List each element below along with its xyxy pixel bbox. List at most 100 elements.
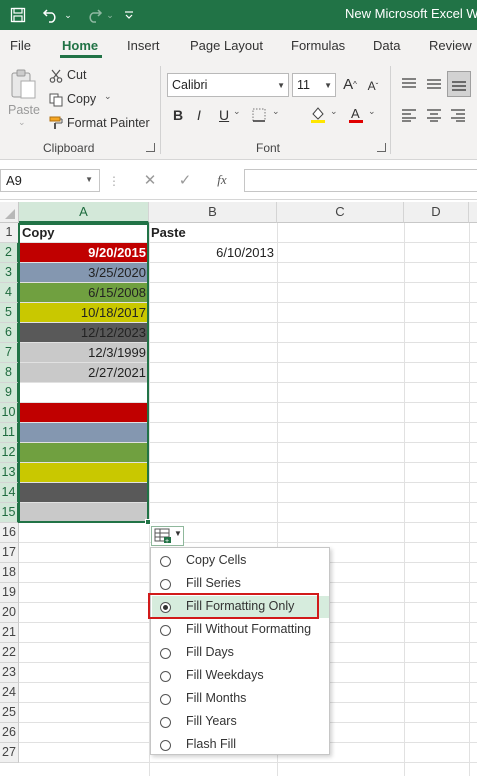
row-header[interactable]: 20 — [0, 603, 19, 623]
font-launcher-icon[interactable] — [377, 143, 386, 152]
menu-item-fill-weekdays[interactable]: Fill Weekdays — [152, 665, 329, 687]
row-header[interactable]: 10 — [0, 403, 19, 423]
name-box[interactable]: A9 ▼ — [0, 169, 100, 192]
fill-color-icon[interactable] — [308, 104, 328, 124]
borders-icon[interactable] — [250, 107, 268, 123]
row-header[interactable]: 14 — [0, 483, 19, 503]
font-color-icon[interactable]: A — [346, 104, 366, 124]
cut-button[interactable]: Cut — [67, 68, 86, 82]
row-header[interactable]: 16 — [0, 523, 19, 543]
drag-handle-icon[interactable]: ⋮ — [108, 172, 120, 190]
italic-button[interactable]: I — [197, 107, 201, 123]
menu-item-label: Fill Without Formatting — [186, 622, 312, 636]
align-center-icon[interactable] — [423, 104, 445, 126]
font-size-select[interactable]: 11 ▼ — [292, 73, 336, 97]
insert-function-icon[interactable]: fx — [211, 170, 233, 190]
cancel-icon[interactable]: ✕ — [140, 170, 160, 190]
cell-b1[interactable]: Paste — [151, 223, 186, 242]
customize-icon[interactable] — [122, 5, 136, 25]
align-left-icon[interactable] — [398, 104, 420, 126]
tab-review[interactable]: Review — [429, 38, 472, 53]
align-bottom-icon[interactable] — [447, 71, 471, 97]
cut-icon[interactable] — [48, 68, 64, 84]
row-header[interactable]: 6 — [0, 323, 19, 343]
column-header-d[interactable]: D — [404, 202, 469, 223]
select-all-corner[interactable] — [0, 202, 19, 223]
paste-icon[interactable] — [8, 67, 38, 101]
row-header[interactable]: 25 — [0, 703, 19, 723]
tab-file[interactable]: File — [10, 38, 31, 53]
undo-icon[interactable] — [40, 5, 62, 25]
format-painter-button[interactable]: Format Painter — [67, 116, 150, 130]
formula-input[interactable] — [244, 169, 477, 192]
row-header[interactable]: 2 — [0, 243, 19, 263]
row-header[interactable]: 11 — [0, 423, 19, 443]
enter-icon[interactable]: ✓ — [175, 170, 195, 190]
column-header-a[interactable]: A — [19, 202, 149, 223]
row-header[interactable]: 24 — [0, 683, 19, 703]
row-header[interactable]: 13 — [0, 463, 19, 483]
redo-dropdown-icon[interactable]: ⌄ — [105, 5, 115, 25]
column-header-b[interactable]: B — [149, 202, 277, 223]
row-header[interactable]: 21 — [0, 623, 19, 643]
font-name-select[interactable]: Calibri ▼ — [167, 73, 289, 97]
row-header[interactable]: 8 — [0, 363, 19, 383]
menu-item-fill-without-formatting[interactable]: Fill Without Formatting — [152, 619, 329, 641]
menu-item-label: Fill Years — [186, 714, 237, 728]
column-header-e[interactable] — [469, 202, 477, 223]
tab-home[interactable]: Home — [62, 38, 98, 53]
menu-item-copy-cells[interactable]: Copy Cells — [152, 550, 329, 572]
copy-button[interactable]: Copy — [67, 92, 96, 106]
cell-b2[interactable]: 6/10/2013 — [150, 243, 274, 262]
row-header[interactable]: 5 — [0, 303, 19, 323]
menu-item-flash-fill[interactable]: Flash Fill — [152, 734, 329, 756]
borders-dropdown-icon[interactable]: ⌄ — [272, 106, 280, 117]
tab-formulas[interactable]: Formulas — [291, 38, 345, 53]
clipboard-launcher-icon[interactable] — [146, 143, 155, 152]
tab-page-layout[interactable]: Page Layout — [190, 38, 263, 53]
row-header[interactable]: 18 — [0, 563, 19, 583]
decrease-font-size-icon[interactable]: Aˇ — [363, 75, 383, 97]
copy-icon[interactable] — [48, 92, 64, 108]
undo-dropdown-icon[interactable]: ⌄ — [63, 5, 73, 25]
save-icon[interactable] — [8, 5, 28, 25]
row-header[interactable]: 27 — [0, 743, 19, 763]
font-color-dropdown-icon[interactable]: ⌄ — [368, 106, 376, 117]
row-header[interactable]: 4 — [0, 283, 19, 303]
paste-button[interactable]: Paste — [8, 103, 40, 117]
bold-button[interactable]: B — [173, 107, 183, 123]
row-header[interactable]: 3 — [0, 263, 19, 283]
align-top-icon[interactable] — [398, 73, 420, 95]
tab-insert[interactable]: Insert — [127, 38, 160, 53]
row-header[interactable]: 17 — [0, 543, 19, 563]
menu-item-fill-years[interactable]: Fill Years — [152, 711, 329, 733]
underline-button[interactable]: U — [219, 107, 229, 123]
menu-item-fill-series[interactable]: Fill Series — [152, 573, 329, 595]
selection-range — [18, 223, 149, 523]
row-header[interactable]: 9 — [0, 383, 19, 403]
menu-item-fill-days[interactable]: Fill Days — [152, 642, 329, 664]
row-header[interactable]: 7 — [0, 343, 19, 363]
align-middle-icon[interactable] — [423, 73, 445, 95]
row-header[interactable]: 23 — [0, 663, 19, 683]
column-header-c[interactable]: C — [277, 202, 404, 223]
paste-dropdown-icon[interactable]: ⌄ — [18, 117, 26, 128]
auto-fill-options-button[interactable]: + ▼ — [151, 526, 184, 546]
redo-icon[interactable] — [83, 5, 105, 25]
menu-item-fill-months[interactable]: Fill Months — [152, 688, 329, 710]
row-header[interactable]: 26 — [0, 723, 19, 743]
row-header[interactable]: 22 — [0, 643, 19, 663]
svg-text:A: A — [351, 106, 360, 121]
fill-handle[interactable] — [145, 519, 151, 525]
tab-data[interactable]: Data — [373, 38, 400, 53]
increase-font-size-icon[interactable]: A ^ — [340, 73, 360, 95]
row-header[interactable]: 1 — [0, 223, 19, 243]
row-header[interactable]: 15 — [0, 503, 19, 523]
fill-color-dropdown-icon[interactable]: ⌄ — [330, 106, 338, 117]
row-header[interactable]: 19 — [0, 583, 19, 603]
underline-dropdown-icon[interactable]: ⌄ — [233, 106, 241, 117]
copy-dropdown-icon[interactable]: ⌄ — [104, 91, 112, 102]
align-right-icon[interactable] — [447, 104, 469, 126]
row-header[interactable]: 12 — [0, 443, 19, 463]
format-painter-icon[interactable] — [48, 115, 64, 131]
